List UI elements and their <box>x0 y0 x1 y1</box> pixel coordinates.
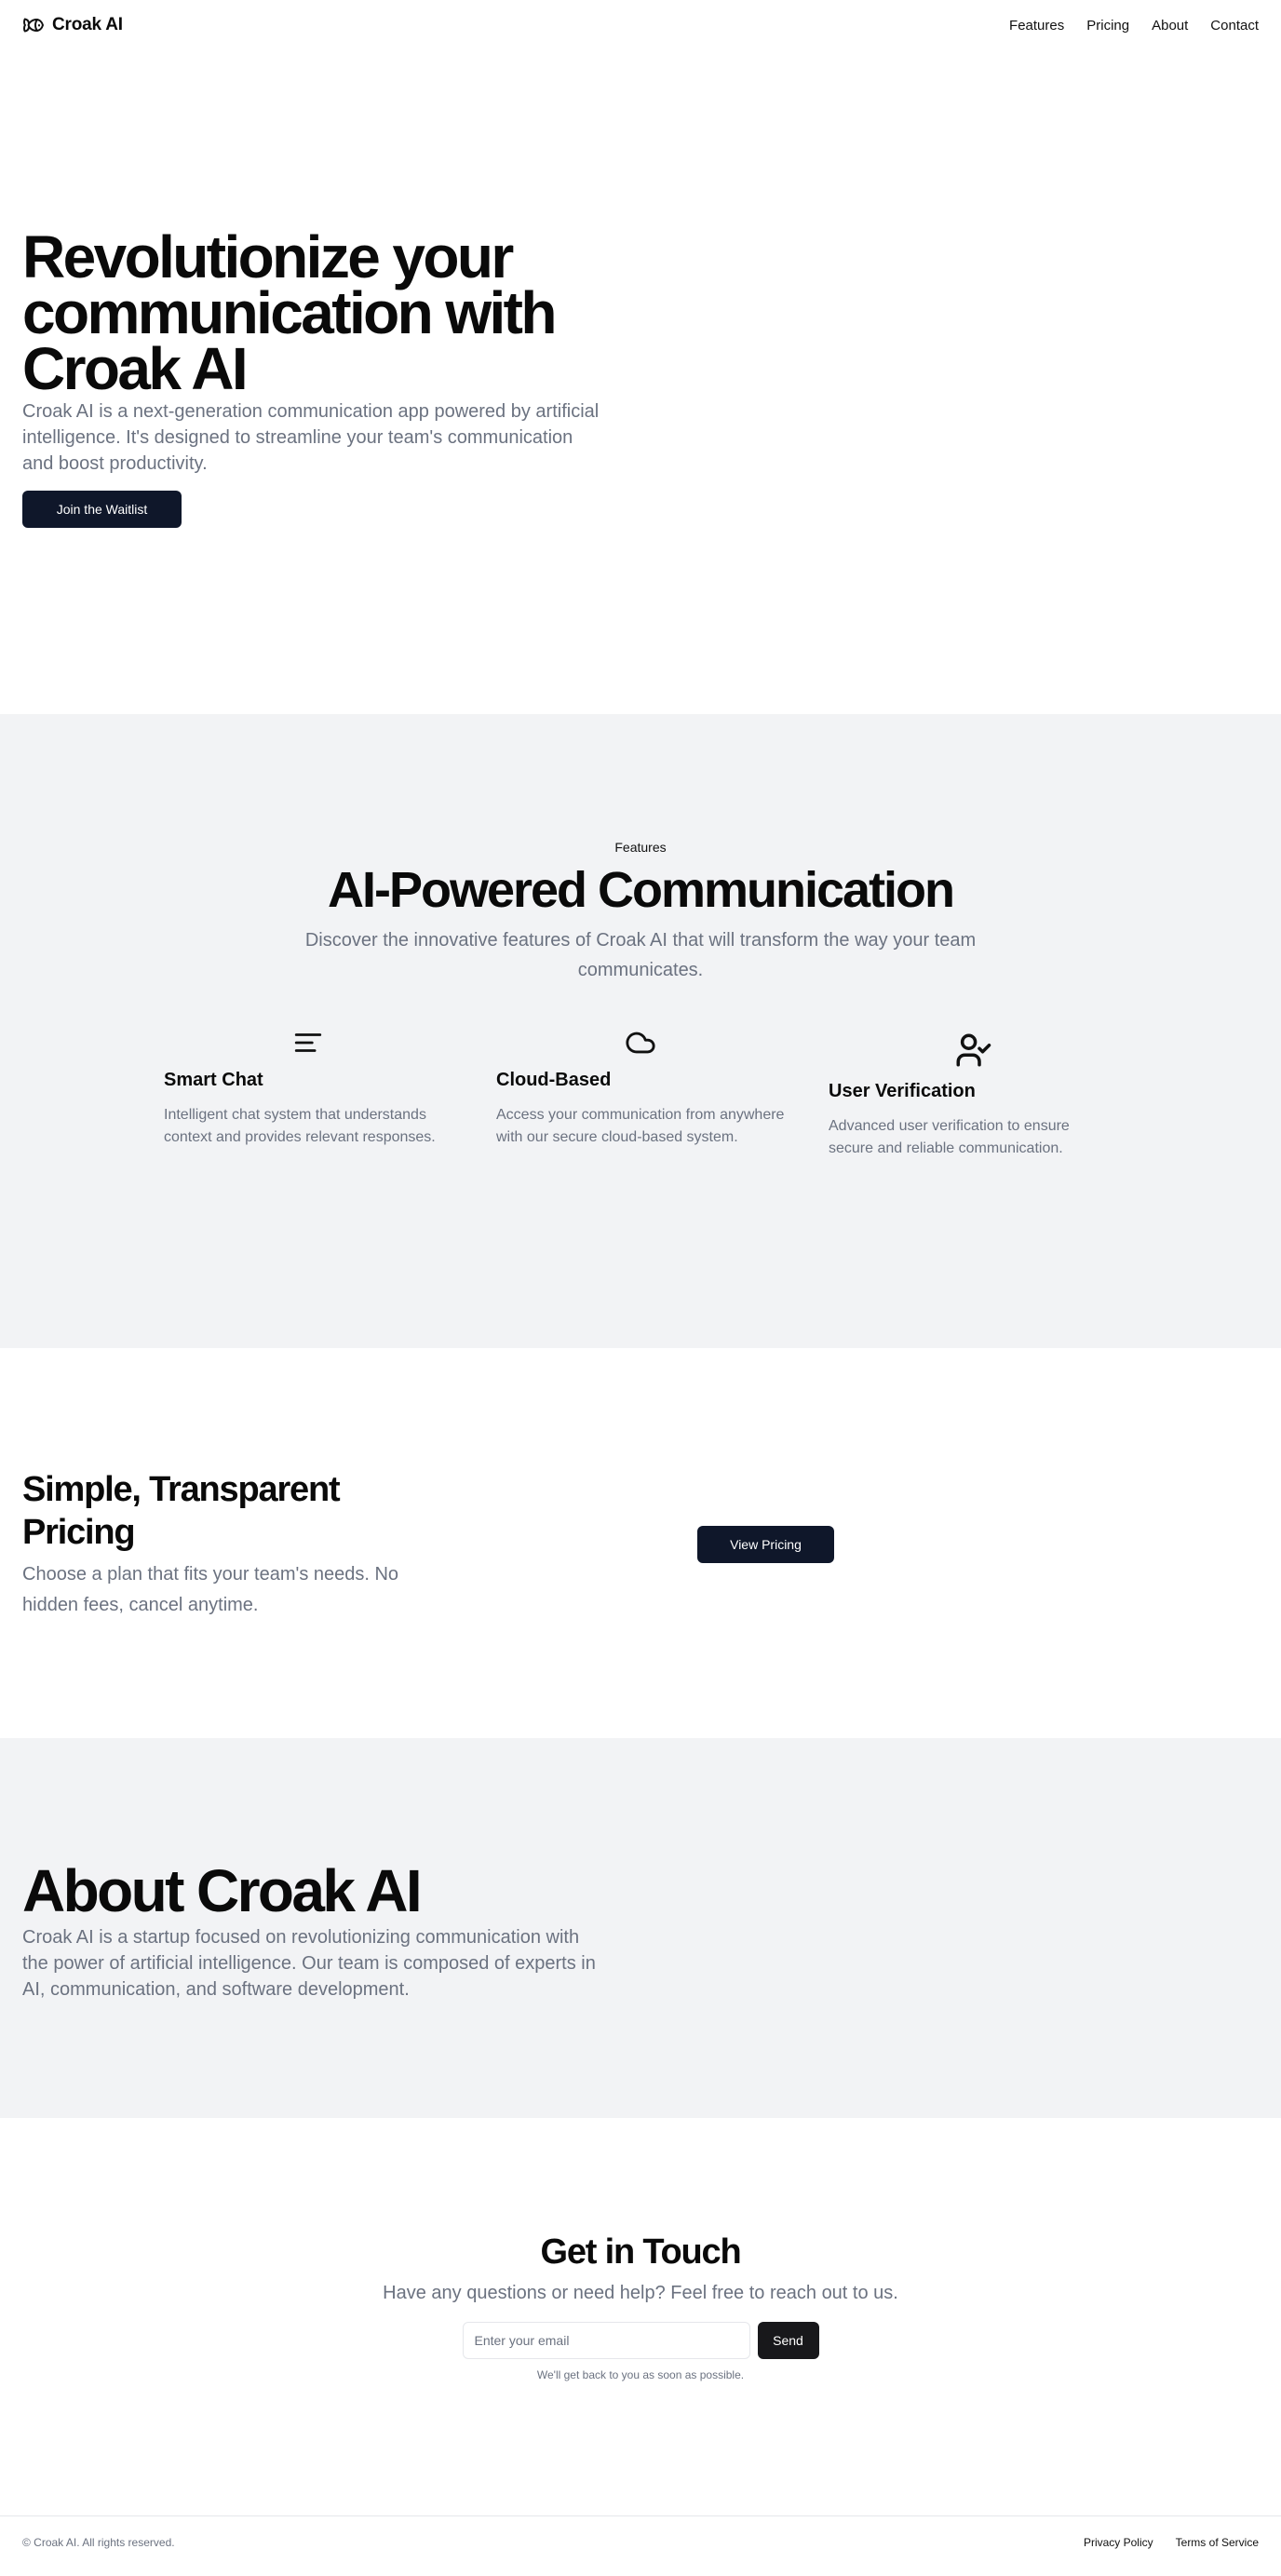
pricing-title: Simple, Transparent Pricing <box>22 1470 341 1552</box>
join-waitlist-button[interactable]: Join the Waitlist <box>22 491 182 528</box>
user-check-icon <box>956 1033 991 1067</box>
pricing-section: Simple, Transparent Pricing Choose a pla… <box>0 1348 1281 1738</box>
feature-card-smart-chat: Smart Chat Intelligent chat system that … <box>164 1027 452 1149</box>
feature-description: Intelligent chat system that understands… <box>164 1107 436 1145</box>
email-input[interactable] <box>462 2322 750 2359</box>
brand[interactable]: Croak AI <box>22 14 123 36</box>
feature-description: Access your communication from anywhere … <box>496 1107 785 1145</box>
cloud-icon <box>626 1032 655 1054</box>
site-header: Croak AI Features Pricing About Contact <box>0 0 1281 50</box>
features-eyebrow: Features <box>614 840 667 855</box>
features-section: Features AI-Powered Communication Discov… <box>0 714 1281 1348</box>
feature-title: User Verification <box>829 1081 976 1101</box>
hero-title: Revolutionize your communication with Cr… <box>22 223 557 402</box>
view-pricing-button[interactable]: View Pricing <box>697 1526 834 1563</box>
nav-link-about[interactable]: About <box>1152 18 1188 34</box>
feature-title: Smart Chat <box>164 1070 263 1090</box>
contact-subtitle: Have any questions or need help? Feel fr… <box>383 2283 898 2303</box>
features-header: Features AI-Powered Communication Discov… <box>0 840 1281 985</box>
contact-form: Send <box>0 2322 1281 2359</box>
footer-links: Privacy Policy Terms of Service <box>1084 2536 1259 2549</box>
about-content: About Croak AI Croak AI is a startup foc… <box>22 1857 600 2003</box>
menu-lines-icon <box>294 1033 322 1052</box>
brand-name: Croak AI <box>52 15 123 34</box>
contact-section: Get in Touch Have any questions or need … <box>0 2118 1281 2515</box>
feature-description: Advanced user verification to ensure sec… <box>829 1118 1070 1156</box>
site-footer: © Croak AI. All rights reserved. Privacy… <box>0 2515 1281 2568</box>
nav-link-contact[interactable]: Contact <box>1210 18 1259 34</box>
feature-card-cloud-based: Cloud-Based Access your communication fr… <box>496 1027 785 1149</box>
hero-section: Revolutionize your communication with Cr… <box>0 50 1281 714</box>
pricing-content: Simple, Transparent Pricing Choose a pla… <box>22 1468 413 1621</box>
about-section: About Croak AI Croak AI is a startup foc… <box>0 1738 1281 2118</box>
feature-title: Cloud-Based <box>496 1070 612 1090</box>
about-subtitle: Croak AI is a startup focused on revolut… <box>22 1927 596 2000</box>
send-button[interactable]: Send <box>757 2322 819 2359</box>
features-subtitle: Discover the innovative features of Croa… <box>304 930 977 980</box>
feature-card-user-verification: User Verification Advanced user verifica… <box>829 1031 1117 1160</box>
nav-link-pricing[interactable]: Pricing <box>1086 18 1129 34</box>
frog-logo-icon <box>23 18 44 33</box>
contact-note: We'll get back to you as soon as possibl… <box>536 2368 745 2381</box>
nav-link-features[interactable]: Features <box>1009 18 1064 34</box>
main-nav: Features Pricing About Contact <box>1009 18 1259 34</box>
features-title: AI-Powered Communication <box>327 862 955 918</box>
contact-content: Get in Touch Have any questions or need … <box>0 2231 1281 2381</box>
contact-title: Get in Touch <box>540 2232 742 2272</box>
pricing-subtitle: Choose a plan that fits your team's need… <box>22 1564 399 1615</box>
footer-copyright: © Croak AI. All rights reserved. <box>22 2535 175 2549</box>
footer-link-terms-of-service[interactable]: Terms of Service <box>1176 2536 1259 2549</box>
footer-link-privacy-policy[interactable]: Privacy Policy <box>1084 2536 1153 2549</box>
hero-content: Revolutionize your communication with Cr… <box>22 223 618 528</box>
about-title: About Croak AI <box>22 1857 423 1924</box>
hero-subtitle: Croak AI is a next-generation communicat… <box>22 401 600 474</box>
